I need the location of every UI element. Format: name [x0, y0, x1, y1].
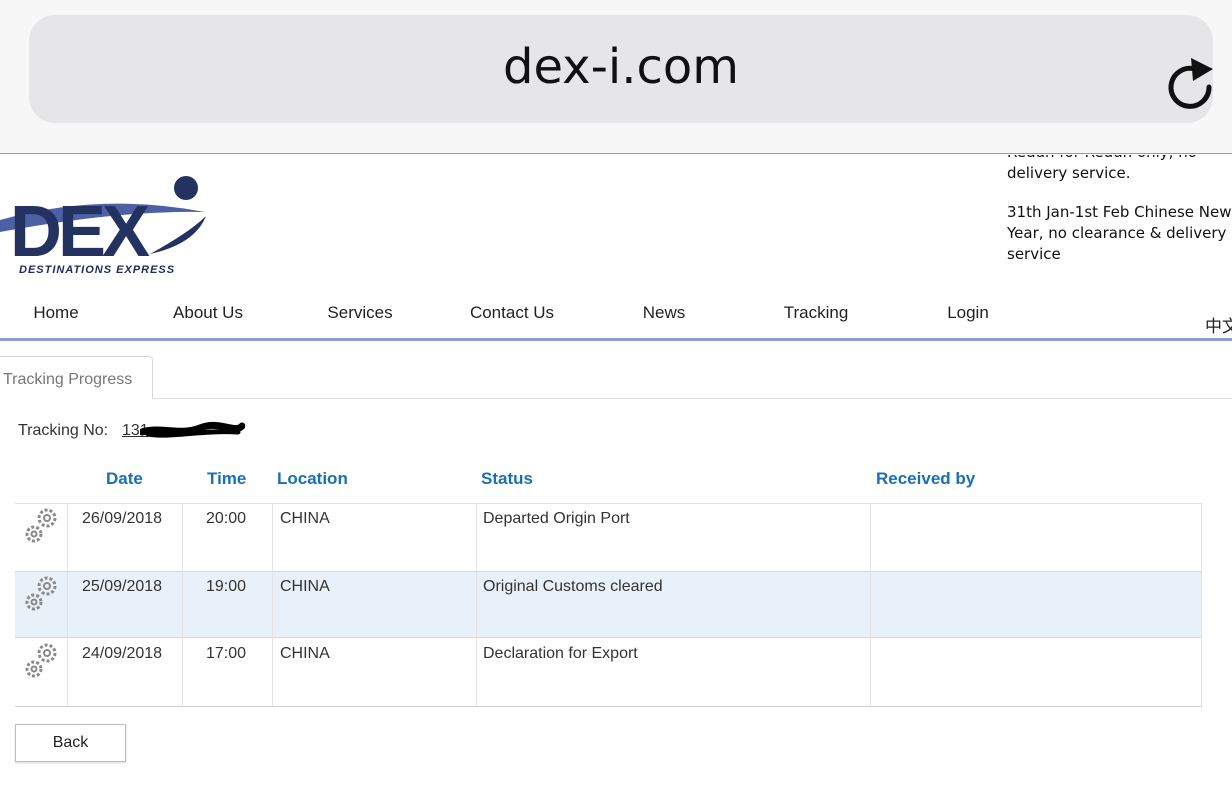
back-button[interactable]: Back — [15, 724, 126, 762]
nav-login[interactable]: Login — [947, 303, 989, 323]
col-header-received-by: Received by — [876, 469, 976, 488]
notice-line-rest: delivery service. — [1007, 164, 1131, 182]
tracking-table: 26/09/2018 20:00 CHINA Departed Origin P… — [15, 503, 1202, 707]
row-time: 19:00 — [206, 578, 247, 595]
row-time: 17:00 — [206, 645, 247, 662]
nav-services[interactable]: Services — [327, 303, 392, 323]
notice-line-2: 31th Jan-1st Feb Chinese New Year, no cl… — [1007, 203, 1232, 263]
logo-wordmark: DEX — [10, 192, 150, 272]
nav-home[interactable]: Home — [33, 303, 78, 323]
logo-tagline: DESTINATIONS EXPRESS — [19, 264, 176, 276]
column-divider — [182, 504, 183, 706]
reload-icon[interactable] — [1165, 55, 1219, 115]
nav-news[interactable]: News — [643, 303, 686, 323]
gears-icon — [25, 576, 57, 611]
column-divider — [272, 504, 273, 706]
gears-icon — [25, 508, 57, 543]
table-row: 25/09/2018 19:00 CHINA Original Customs … — [15, 571, 1202, 638]
row-location: CHINA — [280, 645, 330, 662]
gears-icon — [25, 643, 57, 678]
row-status: Declaration for Export — [483, 645, 638, 662]
col-header-location: Location — [277, 469, 348, 488]
row-date: 25/09/2018 — [82, 578, 163, 595]
column-divider — [476, 504, 477, 706]
column-divider — [870, 504, 871, 706]
notice-line-cut: Redun for Redun only, no — [1007, 155, 1232, 163]
row-status: Departed Origin Port — [483, 510, 630, 527]
address-bar[interactable]: dex-i.com — [29, 15, 1213, 123]
row-status: Original Customs cleared — [483, 578, 663, 595]
nav-about-us[interactable]: About Us — [173, 303, 243, 323]
notice-panel: Redun for Redun only, nodelivery service… — [1007, 155, 1232, 278]
language-switch[interactable]: 中文 — [1205, 312, 1232, 337]
table-row: 26/09/2018 20:00 CHINA Departed Origin P… — [15, 504, 1202, 571]
row-location: CHINA — [280, 578, 330, 595]
redaction-scribble — [140, 421, 245, 438]
row-time: 20:00 — [206, 510, 247, 527]
col-header-time: Time — [207, 469, 247, 488]
url-text: dex-i.com — [503, 39, 739, 95]
row-date: 24/09/2018 — [82, 645, 163, 662]
nav-tracking[interactable]: Tracking — [784, 303, 849, 323]
row-location: CHINA — [280, 510, 330, 527]
col-header-date: Date — [106, 469, 143, 488]
main-nav: Home About Us Services Contact Us News T… — [0, 298, 1232, 338]
column-divider — [1201, 504, 1202, 706]
nav-divider — [0, 338, 1232, 341]
tab-strip-divider — [0, 398, 1232, 399]
browser-toolbar: dex-i.com — [0, 0, 1232, 154]
column-divider — [67, 504, 68, 706]
table-row: 24/09/2018 17:00 CHINA Declaration for E… — [15, 639, 1202, 706]
tab-tracking-progress[interactable]: Tracking Progress — [0, 356, 153, 399]
tracking-number-label: Tracking No: — [18, 422, 109, 439]
row-date: 26/09/2018 — [82, 510, 163, 527]
nav-contact-us[interactable]: Contact Us — [470, 303, 554, 323]
col-header-status: Status — [481, 469, 533, 488]
